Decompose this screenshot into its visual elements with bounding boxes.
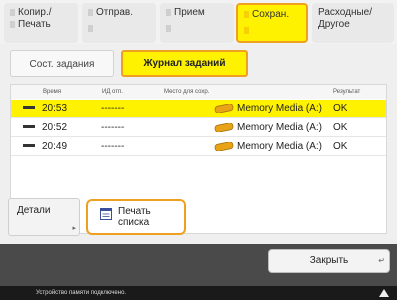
cell-time: 20:53 (42, 103, 68, 114)
corner-arrow-icon: ↵ (378, 256, 385, 265)
tab-indicator (88, 9, 93, 16)
tab-indicator (244, 11, 249, 18)
cell-result: OK (333, 141, 348, 152)
column-header-result: Результат (333, 89, 361, 95)
tab-consumables-other[interactable]: Расходные/ Другое (312, 3, 394, 43)
print-list-button[interactable]: Печать списка (86, 199, 186, 235)
row-marker-icon (23, 144, 35, 147)
corner-arrow-icon: ▸ (72, 225, 76, 232)
row-marker-icon (23, 125, 35, 128)
tab-indicator (166, 25, 171, 32)
table-row[interactable]: 20:49 ------- Memory Media (A:) OK (11, 138, 386, 156)
tab-label: Прием (174, 7, 205, 18)
tab-label: Отправ. (96, 7, 133, 18)
cell-result: OK (333, 103, 348, 114)
cell-time: 20:49 (42, 141, 68, 152)
cell-id: ------- (101, 141, 125, 152)
table-row[interactable]: 20:53 ------- Memory Media (A:) OK (11, 100, 386, 118)
tab-label: Сохран. (252, 9, 290, 20)
cell-id: ------- (101, 103, 125, 114)
tab-job-log[interactable]: Журнал заданий (121, 50, 248, 77)
memory-media-icon (214, 104, 234, 113)
tab-label: Печать (18, 19, 51, 30)
print-list-label-line1: Печать (118, 206, 151, 217)
column-header-location: Место для сохр. (164, 89, 210, 95)
list-print-icon (100, 208, 112, 220)
print-list-label: Печать списка (118, 206, 151, 228)
tab-label: Расходные/ (318, 7, 373, 18)
tab-job-status[interactable]: Сост. задания (10, 50, 114, 77)
details-button[interactable]: Детали ▸ (8, 198, 80, 236)
row-marker-icon (23, 106, 35, 109)
tab-receive[interactable]: Прием (160, 3, 234, 43)
details-label: Детали (17, 205, 51, 216)
cell-result: OK (333, 122, 348, 133)
tab-label: Копир./ (18, 7, 52, 18)
warning-triangle-icon[interactable] (379, 289, 389, 297)
column-header-time: Время (43, 89, 62, 95)
tab-indicator (88, 25, 93, 32)
cell-location: Memory Media (A:) (237, 122, 323, 133)
status-message: Устройство памяти подключено. (36, 290, 127, 296)
function-tab-bar: Копир./ Печать Отправ. Прием Сохран. Рас… (0, 0, 397, 44)
status-bar: Устройство памяти подключено. (0, 286, 397, 300)
cell-id: ------- (101, 122, 125, 133)
tab-indicator (10, 21, 15, 28)
tab-label: Другое (318, 19, 350, 30)
tab-store[interactable]: Сохран. (236, 3, 308, 43)
close-button[interactable]: Закрыть ↵ (268, 249, 390, 273)
table-row[interactable]: 20:52 ------- Memory Media (A:) OK (11, 119, 386, 137)
memory-media-icon (214, 123, 234, 132)
tab-send[interactable]: Отправ. (82, 3, 156, 43)
print-list-label-line2: списка (118, 217, 150, 228)
tab-copy-print[interactable]: Копир./ Печать (4, 3, 78, 43)
cell-location: Memory Media (A:) (237, 141, 323, 152)
table-header: Время ИД отп. Место для сохр. Результат (11, 85, 386, 99)
column-header-id: ИД отп. (102, 89, 123, 95)
memory-media-icon (214, 142, 234, 151)
cell-location: Memory Media (A:) (237, 103, 323, 114)
cell-time: 20:52 (42, 122, 68, 133)
close-label: Закрыть (309, 255, 349, 266)
tab-indicator (166, 9, 171, 16)
tab-indicator (244, 27, 249, 34)
tab-indicator (10, 9, 15, 16)
